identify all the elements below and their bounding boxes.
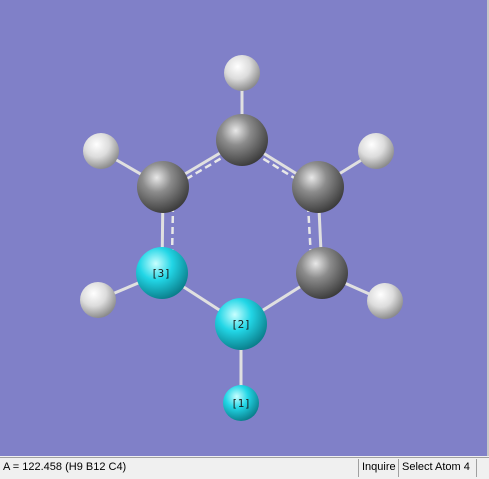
molecule-viewport[interactable]: [1] [2] [3] [0, 0, 489, 456]
resize-grip[interactable] [476, 459, 489, 477]
atom-label-3: [3] [151, 267, 171, 280]
hydrogen-atom[interactable] [80, 282, 116, 318]
carbon-atom[interactable] [296, 247, 348, 299]
atom-label-2: [2] [231, 318, 251, 331]
carbon-atom[interactable] [216, 114, 268, 166]
carbon-atom[interactable] [137, 161, 189, 213]
molecule-canvas[interactable]: [1] [2] [3] [0, 0, 487, 456]
atom-label-1: [1] [231, 397, 251, 410]
measurement-readout: A = 122.458 (H9 B12 C4) [3, 461, 127, 473]
carbon-atom[interactable] [292, 161, 344, 213]
hydrogen-atom[interactable] [83, 133, 119, 169]
status-bar: A = 122.458 (H9 B12 C4) Inquire Select A… [0, 457, 489, 479]
mode-indicator: Inquire [358, 459, 398, 477]
selection-prompt: Select Atom 4 [398, 459, 476, 477]
hydrogen-atom[interactable] [367, 283, 403, 319]
hydrogen-atom[interactable] [358, 133, 394, 169]
molecule-viewer-window: [1] [2] [3] A = 122.458 (H9 B12 C4) Inqu… [0, 0, 489, 479]
hydrogen-atom[interactable] [224, 55, 260, 91]
